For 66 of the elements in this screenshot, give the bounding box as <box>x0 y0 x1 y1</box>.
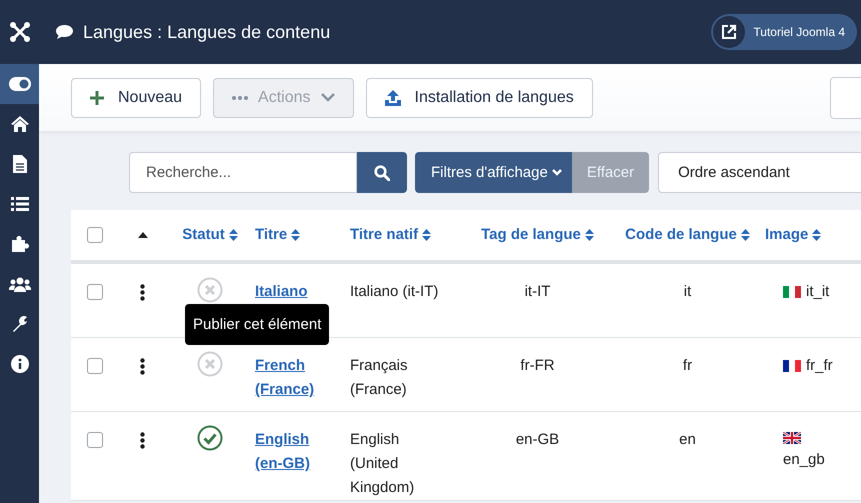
image-code: fr_fr <box>806 356 833 376</box>
logo-icon <box>8 21 30 43</box>
toggle-icon <box>8 77 30 91</box>
ellipsis-icon <box>232 96 248 100</box>
column-header[interactable]: Code de langue <box>625 223 737 247</box>
search-field[interactable]: Recherche... <box>129 152 357 193</box>
chevron-down-icon <box>552 169 562 176</box>
sort-icon <box>812 229 822 241</box>
column-header[interactable]: Statut <box>182 223 225 247</box>
tooltip: Publier cet élément <box>185 304 330 345</box>
list-icon <box>10 196 28 212</box>
language-tag: it-IT <box>524 280 550 304</box>
language-title-link[interactable]: Italiano <box>255 280 325 304</box>
speech-bubble-icon <box>55 24 74 40</box>
sort-icon <box>228 229 238 241</box>
ordering-select[interactable]: Ordre ascendant <box>658 152 861 193</box>
flag-icon <box>783 360 801 372</box>
home-icon <box>10 115 30 133</box>
sidebar-item[interactable] <box>0 64 39 104</box>
image-code: en_gb <box>783 450 825 470</box>
sort-icon <box>740 229 750 241</box>
drag-handle-icon[interactable] <box>140 284 145 301</box>
install-languages-button[interactable]: Installation de langues <box>366 78 593 118</box>
select-all-checkbox[interactable] <box>87 227 103 243</box>
sort-icon <box>291 229 300 241</box>
row-checkbox[interactable] <box>87 432 103 448</box>
flag-icon <box>783 432 801 444</box>
search-button[interactable] <box>357 152 407 193</box>
upload-icon <box>384 90 401 106</box>
language-tag: en-GB <box>516 428 560 452</box>
language-code: fr <box>682 356 692 376</box>
sort-icon <box>584 229 594 241</box>
search-icon <box>374 164 390 180</box>
column-header[interactable]: Image <box>765 223 808 247</box>
native-title: Français (France) <box>350 356 409 400</box>
external-link-icon <box>721 24 738 40</box>
image-code: it_it <box>806 282 830 302</box>
flag-icon <box>783 286 801 298</box>
drag-handle-icon[interactable] <box>140 432 145 449</box>
row-checkbox[interactable] <box>87 284 103 300</box>
users-icon <box>8 276 30 292</box>
column-header[interactable]: Titre natif <box>350 223 418 247</box>
native-title: English (United Kingdom) <box>350 430 416 498</box>
new-button[interactable]: Nouveau <box>71 78 202 118</box>
chevron-down-icon <box>320 93 335 102</box>
document-icon <box>12 155 26 173</box>
drag-handle-icon[interactable] <box>140 358 145 375</box>
filter-options-button[interactable]: Filtres d'affichage <box>415 152 572 193</box>
column-header[interactable]: Tag de langue <box>481 223 581 247</box>
info-icon <box>10 355 28 373</box>
column-header[interactable]: Titre <box>255 223 288 247</box>
language-code: en <box>679 430 696 450</box>
sort-icon <box>422 229 432 241</box>
sort-caret-icon[interactable] <box>138 232 148 238</box>
language-tag: fr-FR <box>520 354 555 378</box>
language-code: it <box>684 282 692 302</box>
page-title: Langues : Langues de contenu <box>83 22 332 42</box>
published-status-icon[interactable] <box>197 425 223 451</box>
row-checkbox[interactable] <box>87 358 103 374</box>
plus-icon <box>90 90 104 104</box>
native-title: Italiano (it-IT) <box>350 282 440 302</box>
wrench-icon <box>10 315 28 333</box>
site-link[interactable]: Tutoriel Joomla 4 <box>711 14 857 50</box>
language-title-link[interactable]: English (en-GB) <box>255 428 325 476</box>
language-title-link[interactable]: French (France) <box>255 354 325 402</box>
puzzle-icon <box>10 235 28 253</box>
